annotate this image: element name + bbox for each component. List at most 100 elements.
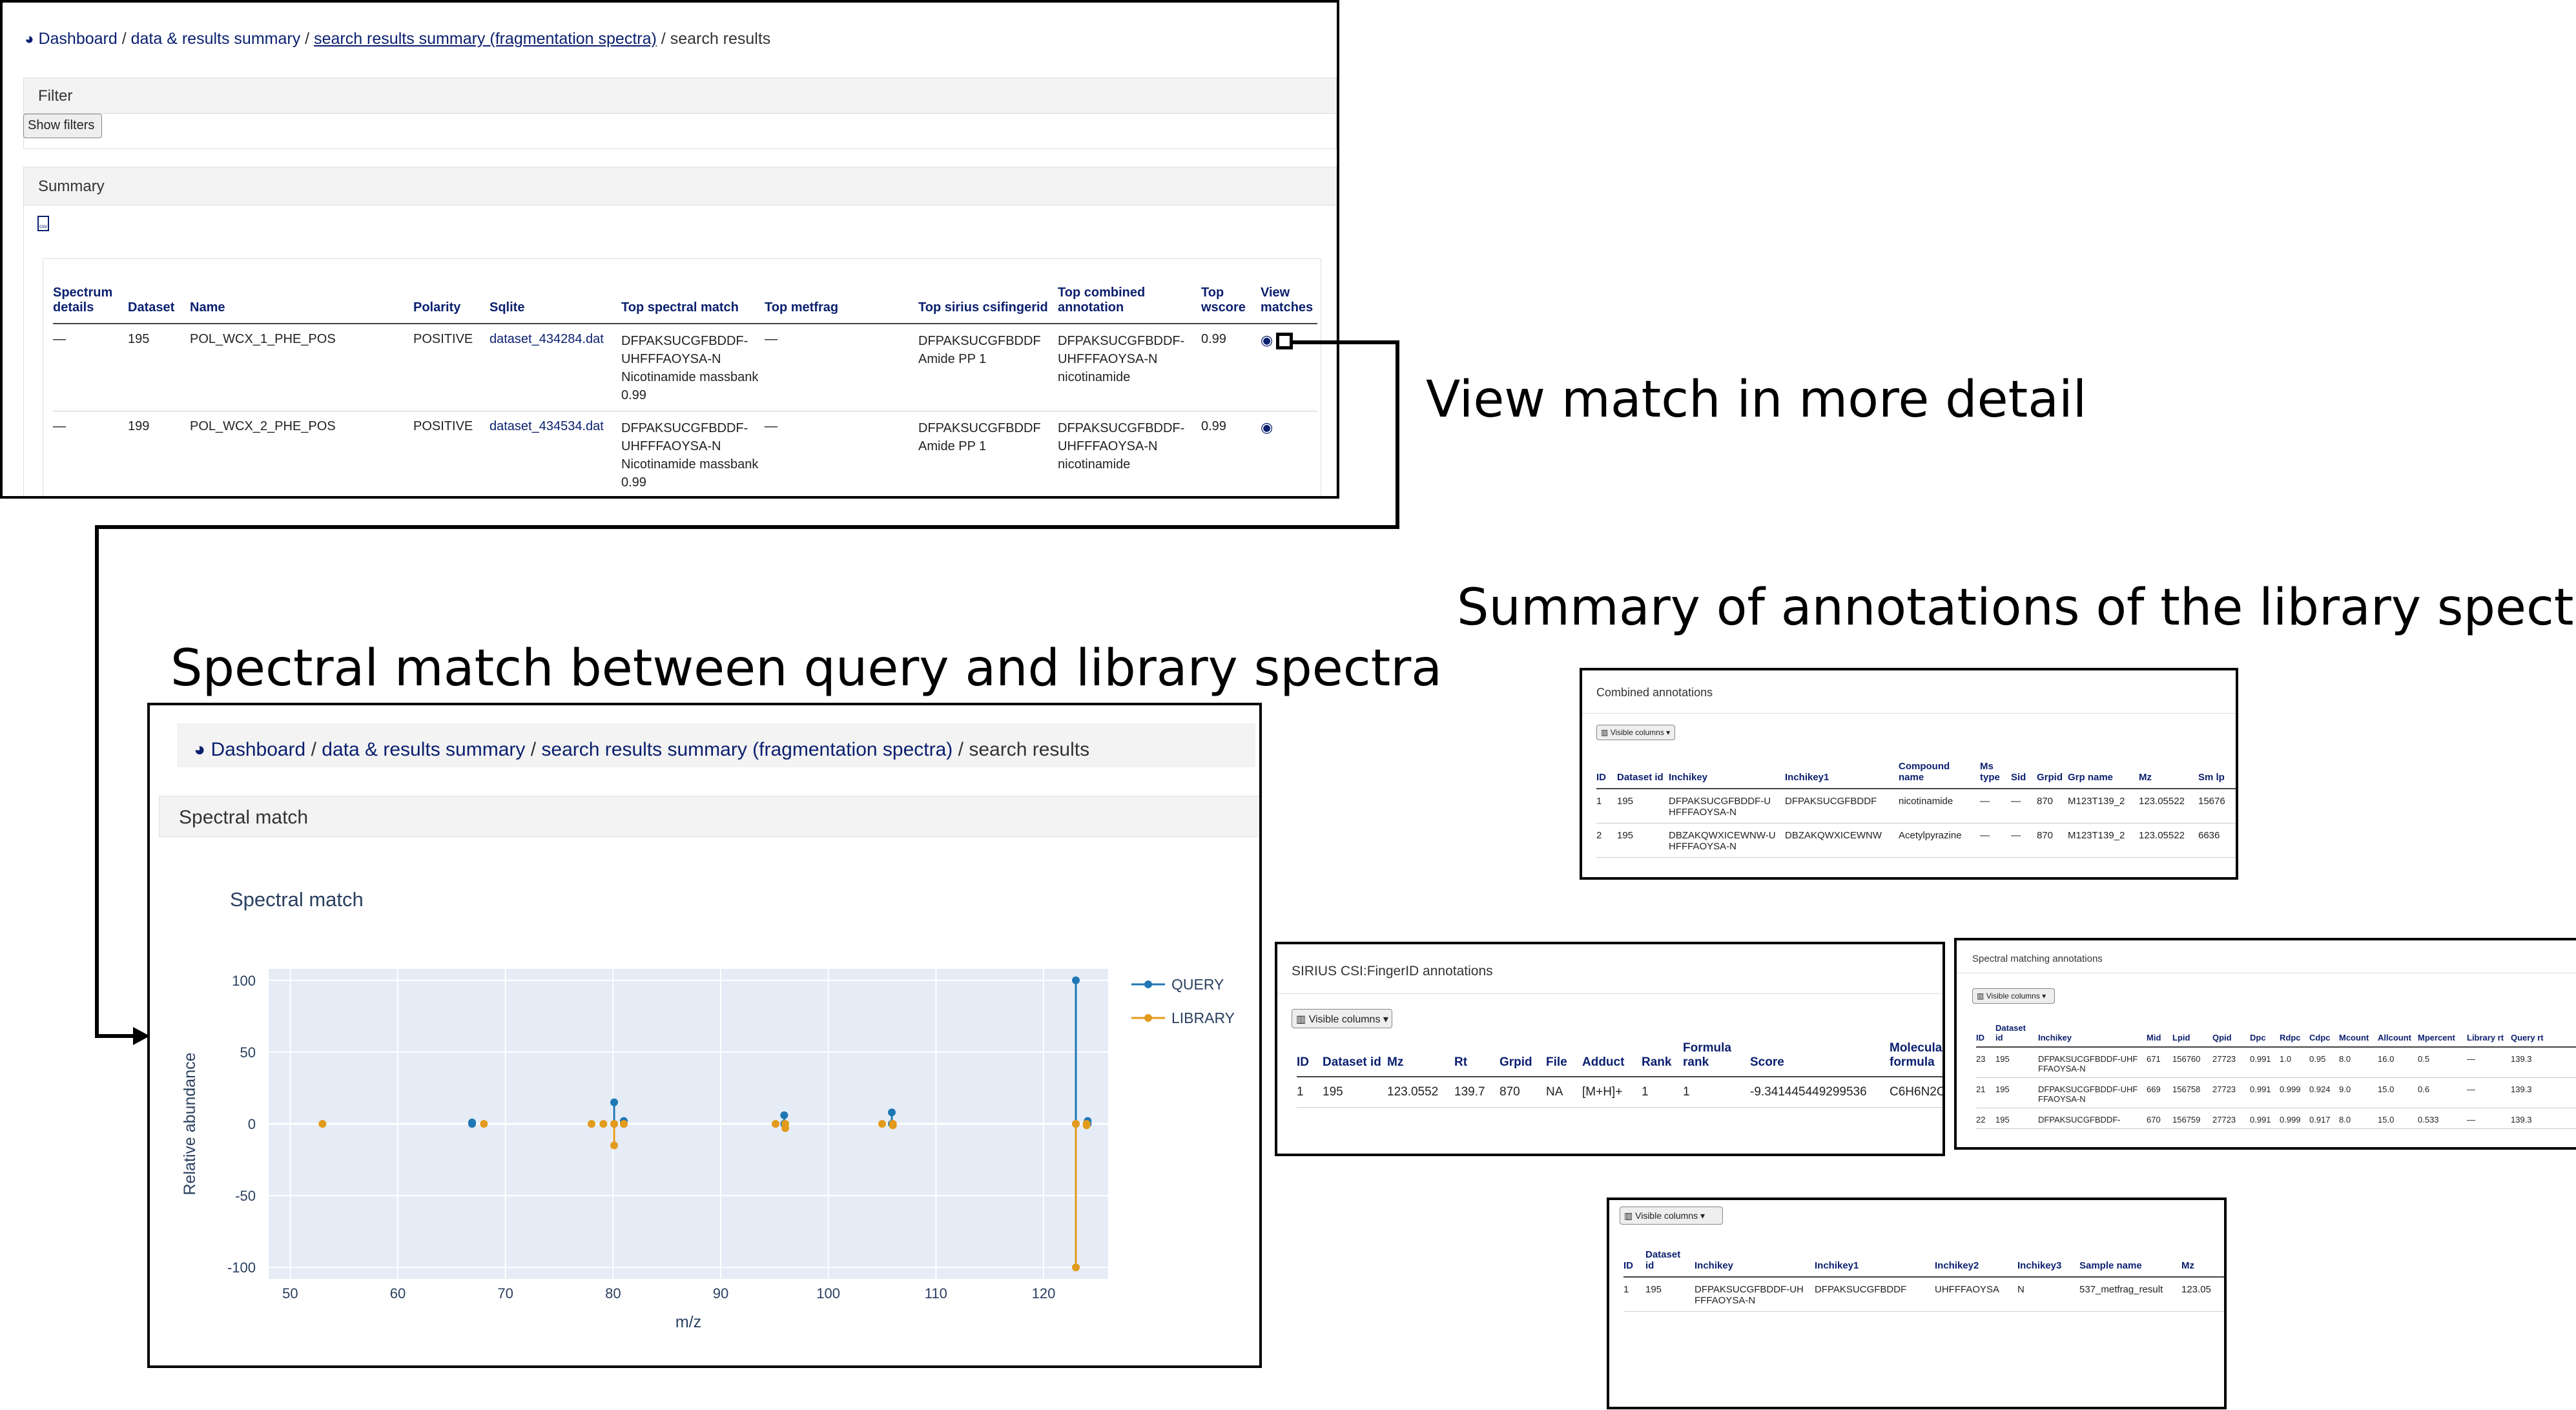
panel-title: Combined annotations xyxy=(1596,686,1713,699)
col-compound-name[interactable]: Compound name xyxy=(1899,760,1980,789)
cell: 195 xyxy=(1323,1085,1343,1099)
col-id[interactable]: ID xyxy=(1623,1248,1645,1277)
cell: 0.924 xyxy=(2309,1084,2331,1094)
query-peak-point xyxy=(468,1118,476,1126)
col-grpid[interactable]: Grpid xyxy=(2037,760,2068,789)
col-inchikey3[interactable]: Inchikey3 xyxy=(2017,1248,2079,1277)
breadcrumb-search-summary[interactable]: search results summary (fragmentation sp… xyxy=(541,739,953,760)
col-grp-name[interactable]: Grp name xyxy=(2068,760,2139,789)
y-tick-label: 50 xyxy=(240,1044,256,1061)
col-rdpc[interactable]: Rdpc xyxy=(2280,1022,2309,1047)
visible-columns-button[interactable]: ▥ Visible columns ▾ xyxy=(1620,1207,1723,1225)
cell: DFPAKSUCGFBDDF xyxy=(1785,796,1877,807)
visible-columns-button[interactable]: ▥ Visible columns ▾ xyxy=(1596,725,1675,740)
spectral-card-title: Spectral match xyxy=(179,807,309,828)
cell: 0.917 xyxy=(2309,1115,2331,1125)
breadcrumb-summary[interactable]: data & results summary xyxy=(322,739,525,760)
cell: DBZAKQWXICEWNW-UHFFFAOYSA-N xyxy=(1669,830,1776,852)
col-sm-lp[interactable]: Sm lp xyxy=(2198,760,2236,789)
visible-columns-button[interactable]: ▥ Visible columns ▾ xyxy=(1972,988,2055,1004)
cell: Acetylpyrazine xyxy=(1899,830,1962,841)
table-row: 2 195 DBZAKQWXICEWNW-UHFFFAOYSA-N DBZAKQ… xyxy=(1596,824,2236,858)
col-score[interactable]: Score xyxy=(1750,1039,1890,1077)
chart-title: Spectral match xyxy=(230,888,364,911)
col-sid[interactable]: Sid xyxy=(2011,760,2037,789)
col-molecular-formula[interactable]: Molecular formula xyxy=(1890,1039,1942,1077)
cell: 27723 xyxy=(2212,1084,2236,1094)
col-cdpc[interactable]: Cdpc xyxy=(2309,1022,2339,1047)
col-ms-type[interactable]: Ms type xyxy=(1980,760,2011,789)
cell: 139.3 xyxy=(2511,1115,2532,1125)
cell: 8.0 xyxy=(2339,1115,2351,1125)
cell: 195 xyxy=(1995,1084,2010,1094)
col-adduct[interactable]: Adduct xyxy=(1582,1039,1642,1077)
cell: 8.0 xyxy=(2339,1054,2351,1064)
col-library-rt[interactable]: Library rt xyxy=(2467,1022,2511,1047)
col-query-rt[interactable]: Query rt xyxy=(2511,1022,2576,1047)
cell: — xyxy=(2467,1084,2475,1094)
table-row: 1 195 DFPAKSUCGFBDDF-UHFFFAOYSA-N DFPAKS… xyxy=(1623,1277,2224,1312)
cell: 21 xyxy=(1976,1084,1986,1094)
col-allcount[interactable]: Allcount xyxy=(2378,1022,2418,1047)
col-inchikey1[interactable]: Inchikey1 xyxy=(1815,1248,1935,1277)
table-row: 22 195 DFPAKSUCGFBDDF- 670 156759 27723 0.991 0… xyxy=(1976,1108,2576,1129)
col-formula-rank[interactable]: Formula rank xyxy=(1683,1039,1750,1077)
col-mcount[interactable]: Mcount xyxy=(2339,1022,2378,1047)
cell: nicotinamide xyxy=(1899,796,1953,807)
library-base-point xyxy=(588,1120,595,1128)
col-sample-name[interactable]: Sample name xyxy=(2079,1248,2181,1277)
col-inchikey[interactable]: Inchikey xyxy=(1695,1248,1815,1277)
cell: [M+H]+ xyxy=(1582,1085,1623,1099)
cell: 1 xyxy=(1683,1085,1690,1099)
col-qpid[interactable]: Qpid xyxy=(2212,1022,2250,1047)
col-dataset-id[interactable]: Dataset id xyxy=(1617,760,1669,789)
cell: 6636 xyxy=(2198,830,2220,841)
col-id[interactable]: ID xyxy=(1976,1022,1995,1047)
col-dataset-id[interactable]: Dataset id xyxy=(1645,1248,1695,1277)
cell: 870 xyxy=(2037,796,2054,807)
cell: 670 xyxy=(2147,1115,2161,1125)
cell: 1 xyxy=(1642,1085,1649,1099)
col-lpid[interactable]: Lpid xyxy=(2172,1022,2212,1047)
visible-columns-button[interactable]: ▥ Visible columns ▾ xyxy=(1292,1009,1392,1028)
y-tick-label: -100 xyxy=(227,1260,256,1276)
combined-annotations-table: ID Dataset id Inchikey Inchikey1 Compoun… xyxy=(1596,760,2236,858)
y-axis-label: Relative abundance xyxy=(181,1053,199,1196)
breadcrumb-dashboard[interactable]: Dashboard xyxy=(211,739,305,760)
col-mid[interactable]: Mid xyxy=(2147,1022,2172,1047)
cell: 15676 xyxy=(2198,796,2225,807)
col-id[interactable]: ID xyxy=(1596,760,1617,789)
cell: NA xyxy=(1546,1085,1563,1099)
title-divider xyxy=(1582,713,2236,714)
legend-query-label: QUERY xyxy=(1171,976,1224,993)
col-grpid[interactable]: Grpid xyxy=(1499,1039,1546,1077)
col-inchikey[interactable]: Inchikey xyxy=(2038,1022,2147,1047)
col-rt[interactable]: Rt xyxy=(1454,1039,1499,1077)
col-mz[interactable]: Mz xyxy=(2181,1248,2224,1277)
cell: DFPAKSUCGFBDDF-UHFFFAOYSA-N xyxy=(1695,1284,1804,1306)
col-dataset-id[interactable]: Dataset id xyxy=(1995,1022,2038,1047)
cell: DFPAKSUCGFBDDF- xyxy=(2038,1115,2121,1125)
query-peak-point xyxy=(610,1098,618,1106)
col-id[interactable]: ID xyxy=(1297,1039,1323,1077)
library-base-point xyxy=(480,1120,488,1128)
cell: 671 xyxy=(2147,1054,2161,1064)
library-base-point xyxy=(610,1120,618,1128)
query-peak-point xyxy=(780,1111,788,1119)
x-tick-label: 90 xyxy=(713,1285,728,1301)
columns-icon: ▥ xyxy=(1296,1014,1306,1025)
col-file[interactable]: File xyxy=(1546,1039,1582,1077)
col-dataset-id[interactable]: Dataset id xyxy=(1323,1039,1387,1077)
col-mz[interactable]: Mz xyxy=(1387,1039,1454,1077)
callout-view-match: View match in more detail xyxy=(1426,371,2087,429)
col-inchikey2[interactable]: Inchikey2 xyxy=(1935,1248,2017,1277)
col-mpercent[interactable]: Mpercent xyxy=(2418,1022,2467,1047)
col-inchikey[interactable]: Inchikey xyxy=(1669,760,1785,789)
col-inchikey1[interactable]: Inchikey1 xyxy=(1785,760,1899,789)
cell: 1 xyxy=(1297,1085,1304,1099)
spectral-match-panel: ◕ Dashboard / data & results summary / s… xyxy=(147,703,1262,1368)
col-rank[interactable]: Rank xyxy=(1642,1039,1683,1077)
col-mz[interactable]: Mz xyxy=(2139,760,2198,789)
cell: 123.05522 xyxy=(2139,796,2185,807)
col-dpc[interactable]: Dpc xyxy=(2250,1022,2280,1047)
